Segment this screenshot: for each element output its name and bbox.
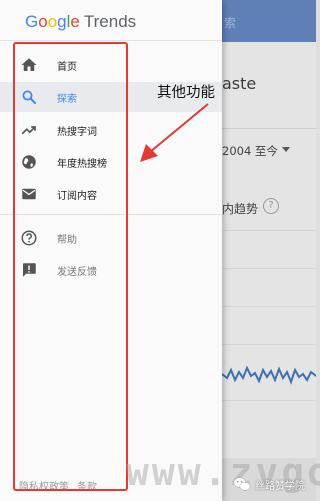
logo-letter: o: [47, 12, 58, 31]
chart-gridline: [222, 344, 316, 345]
chart-gridline: [222, 306, 316, 307]
logo-letter: G: [25, 12, 39, 31]
trend-line-chart: [222, 365, 316, 385]
annotation-text: 其他功能: [157, 85, 215, 101]
highlight-box: [13, 42, 128, 491]
wechat-watermark-text: 丝路赞学院: [255, 480, 305, 492]
background-header-text: 索: [224, 16, 237, 30]
google-trends-logo[interactable]: Google Trends: [25, 12, 136, 32]
date-range-select[interactable]: 2004 至今: [222, 143, 278, 159]
logo-letter: e: [70, 12, 80, 31]
help-icon[interactable]: ?: [263, 198, 279, 214]
logo-letter: g: [57, 12, 67, 31]
search-term[interactable]: aste: [222, 74, 256, 93]
background-header: [222, 0, 316, 42]
logo-trends-text: Trends: [83, 12, 137, 31]
chevron-down-icon[interactable]: [282, 147, 290, 152]
wechat-watermark: 丝路赞学院: [233, 474, 305, 494]
interest-over-time-label: 内趋势: [222, 202, 259, 216]
annotation-arrow-icon: [140, 103, 209, 162]
logo-letter: o: [38, 12, 48, 31]
chart-gridline: [222, 400, 316, 401]
background-divider: [222, 128, 316, 129]
chart-gridline: [222, 230, 316, 231]
wechat-icon: [233, 477, 251, 491]
drawer-divider: [0, 40, 222, 41]
chart-gridline: [222, 268, 316, 269]
